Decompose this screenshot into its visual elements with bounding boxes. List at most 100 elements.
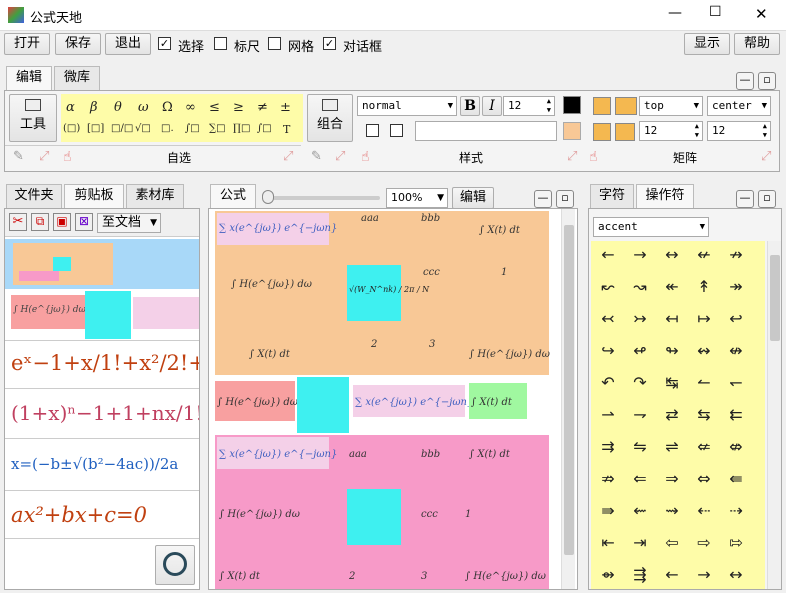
operator-7-2[interactable]: ⇒	[659, 469, 685, 488]
operator-1-4[interactable]: ↠	[723, 277, 749, 296]
ruler-checkbox[interactable]	[214, 37, 227, 50]
operator-1-1[interactable]: ↝	[627, 277, 653, 296]
operator-4-3[interactable]: ↼	[691, 373, 717, 392]
ribbon-restore-icon[interactable]: ▫	[758, 72, 776, 90]
operator-8-3[interactable]: ⇠	[691, 501, 717, 520]
operator-4-2[interactable]: ↹	[659, 373, 685, 392]
operator-10-2[interactable]: ←	[659, 565, 685, 584]
tpl-fraction[interactable]: □/□	[111, 123, 133, 134]
operator-8-1[interactable]: ⇜	[627, 501, 653, 520]
operator-1-0[interactable]: ↜	[595, 277, 621, 296]
tab-clipboard[interactable]: 剪贴板	[64, 184, 124, 208]
right-minimize-icon[interactable]: —	[736, 190, 754, 208]
operator-5-3[interactable]: ⇆	[691, 405, 717, 424]
zoom-slider[interactable]	[262, 190, 380, 204]
clip-formula-4[interactable]: ax²+bx+c=0	[5, 493, 199, 539]
operator-9-2[interactable]: ⇦	[659, 533, 685, 552]
color-swatch-orange[interactable]	[563, 122, 581, 140]
operator-6-2[interactable]: ⇌	[659, 437, 685, 456]
operator-10-3[interactable]: →	[691, 565, 717, 584]
operator-3-0[interactable]: ↪	[595, 341, 621, 360]
operator-0-1[interactable]: →	[627, 245, 653, 264]
matrix-delete-icon-1[interactable]	[593, 123, 611, 141]
tpl-integral2[interactable]: ∫□	[257, 123, 272, 134]
tab-edit[interactable]: 编辑	[6, 66, 52, 90]
sym-geq[interactable]: ≥	[233, 100, 244, 115]
operator-10-1[interactable]: ⇶	[627, 565, 653, 584]
expand-icon[interactable]: ⤢	[283, 149, 293, 164]
operator-9-0[interactable]: ⇤	[595, 533, 621, 552]
tab-chars[interactable]: 字符	[590, 184, 634, 208]
operator-6-3[interactable]: ⇍	[691, 437, 717, 456]
tab-folder[interactable]: 文件夹	[6, 184, 62, 208]
cut-icon[interactable]: ✂	[9, 213, 27, 231]
style-check-1[interactable]	[366, 124, 379, 137]
zoom-select[interactable]: 100% ▼	[386, 188, 448, 208]
operator-1-3[interactable]: ↟	[691, 277, 717, 296]
grid-checkbox[interactable]	[268, 37, 281, 50]
operator-6-0[interactable]: ⇉	[595, 437, 621, 456]
tpl-bracket[interactable]: [□]	[87, 123, 104, 134]
clip-formula-3[interactable]: x=(−b±√(b²−4ac))/2a	[5, 441, 199, 491]
tpl-product[interactable]: ∏□	[233, 123, 250, 134]
operator-7-3[interactable]: ⇔	[691, 469, 717, 488]
operator-4-0[interactable]: ↶	[595, 373, 621, 392]
operator-7-1[interactable]: ⇐	[627, 469, 653, 488]
operator-1-2[interactable]: ↞	[659, 277, 685, 296]
operator-2-4[interactable]: ↩	[723, 309, 749, 328]
expand-icon[interactable]: ⤢	[761, 149, 771, 164]
delete-icon[interactable]: ⊠	[75, 213, 93, 231]
operator-5-4[interactable]: ⇇	[723, 405, 749, 424]
sym-theta[interactable]: θ	[114, 100, 122, 115]
tpl-subscript[interactable]: □.	[161, 123, 174, 134]
operator-4-1[interactable]: ↷	[627, 373, 653, 392]
sym-leq[interactable]: ≤	[209, 100, 220, 115]
circle-button[interactable]	[155, 545, 195, 585]
operator-0-0[interactable]: ←	[595, 245, 621, 264]
style-text-input[interactable]	[415, 121, 557, 141]
sym-neq[interactable]: ≠	[257, 100, 268, 115]
bold-button[interactable]: B	[460, 96, 480, 116]
operator-9-1[interactable]: ⇥	[627, 533, 653, 552]
tab-material[interactable]: 素材库	[126, 184, 184, 208]
operator-10-4[interactable]: ↔	[723, 565, 749, 584]
tpl-sqrt[interactable]: √□	[135, 123, 151, 134]
tab-operators[interactable]: 操作符	[636, 184, 694, 208]
center-restore-icon[interactable]: ▫	[556, 190, 574, 208]
clip-item-1[interactable]	[5, 239, 199, 289]
operator-0-4[interactable]: ↛	[723, 245, 749, 264]
canvas-scrollbar[interactable]	[561, 209, 575, 589]
matrix-grid-icon-2[interactable]	[615, 97, 637, 115]
operator-8-0[interactable]: ⇛	[595, 501, 621, 520]
expand-icon[interactable]: ⤢	[335, 149, 345, 164]
style-check-2[interactable]	[390, 124, 403, 137]
frac-box-3[interactable]	[347, 489, 401, 545]
operator-3-1[interactable]: ↫	[627, 341, 653, 360]
maximize-button[interactable]: ☐	[709, 4, 722, 20]
formula-canvas[interactable]: ∑ x(e^{jω}) e^{−jωn} aaa bbb ∫ X(t) dt ∫…	[208, 208, 578, 590]
sym-Omega[interactable]: Ω	[162, 100, 173, 115]
operator-2-1[interactable]: ↣	[627, 309, 653, 328]
operator-2-3[interactable]: ↦	[691, 309, 717, 328]
sym-infinity[interactable]: ∞	[185, 100, 196, 115]
matrix-delete-icon-2[interactable]	[615, 123, 635, 141]
clip-formula-2[interactable]: (1+x)ⁿ−1+1+nx/1!+	[5, 391, 199, 439]
save-button[interactable]: 保存	[55, 33, 101, 55]
cols-spinner[interactable]: 12 ▲ ▼	[707, 121, 771, 141]
operator-3-3[interactable]: ↭	[691, 341, 717, 360]
rows-spinner[interactable]: 12 ▲ ▼	[639, 121, 703, 141]
exit-button[interactable]: 退出	[105, 33, 151, 55]
tab-formula[interactable]: 公式	[210, 184, 256, 208]
font-size-spinner[interactable]: 12 ▲ ▼	[503, 96, 555, 116]
help-button[interactable]: 帮助	[734, 33, 780, 55]
tab-micro-lib[interactable]: 微库	[54, 66, 100, 90]
operator-3-2[interactable]: ↬	[659, 341, 685, 360]
operator-10-0[interactable]: ⇴	[595, 565, 621, 584]
close-button[interactable]: ✕	[755, 5, 768, 23]
to-doc-button[interactable]: 至文档 ▼	[97, 213, 161, 233]
show-button[interactable]: 显示	[684, 33, 730, 55]
operator-2-2[interactable]: ↤	[659, 309, 685, 328]
paste-icon[interactable]: ▣	[53, 213, 71, 231]
copy-icon[interactable]: ⧉	[31, 213, 49, 231]
dialog-checkbox[interactable]: ✓	[323, 37, 336, 50]
